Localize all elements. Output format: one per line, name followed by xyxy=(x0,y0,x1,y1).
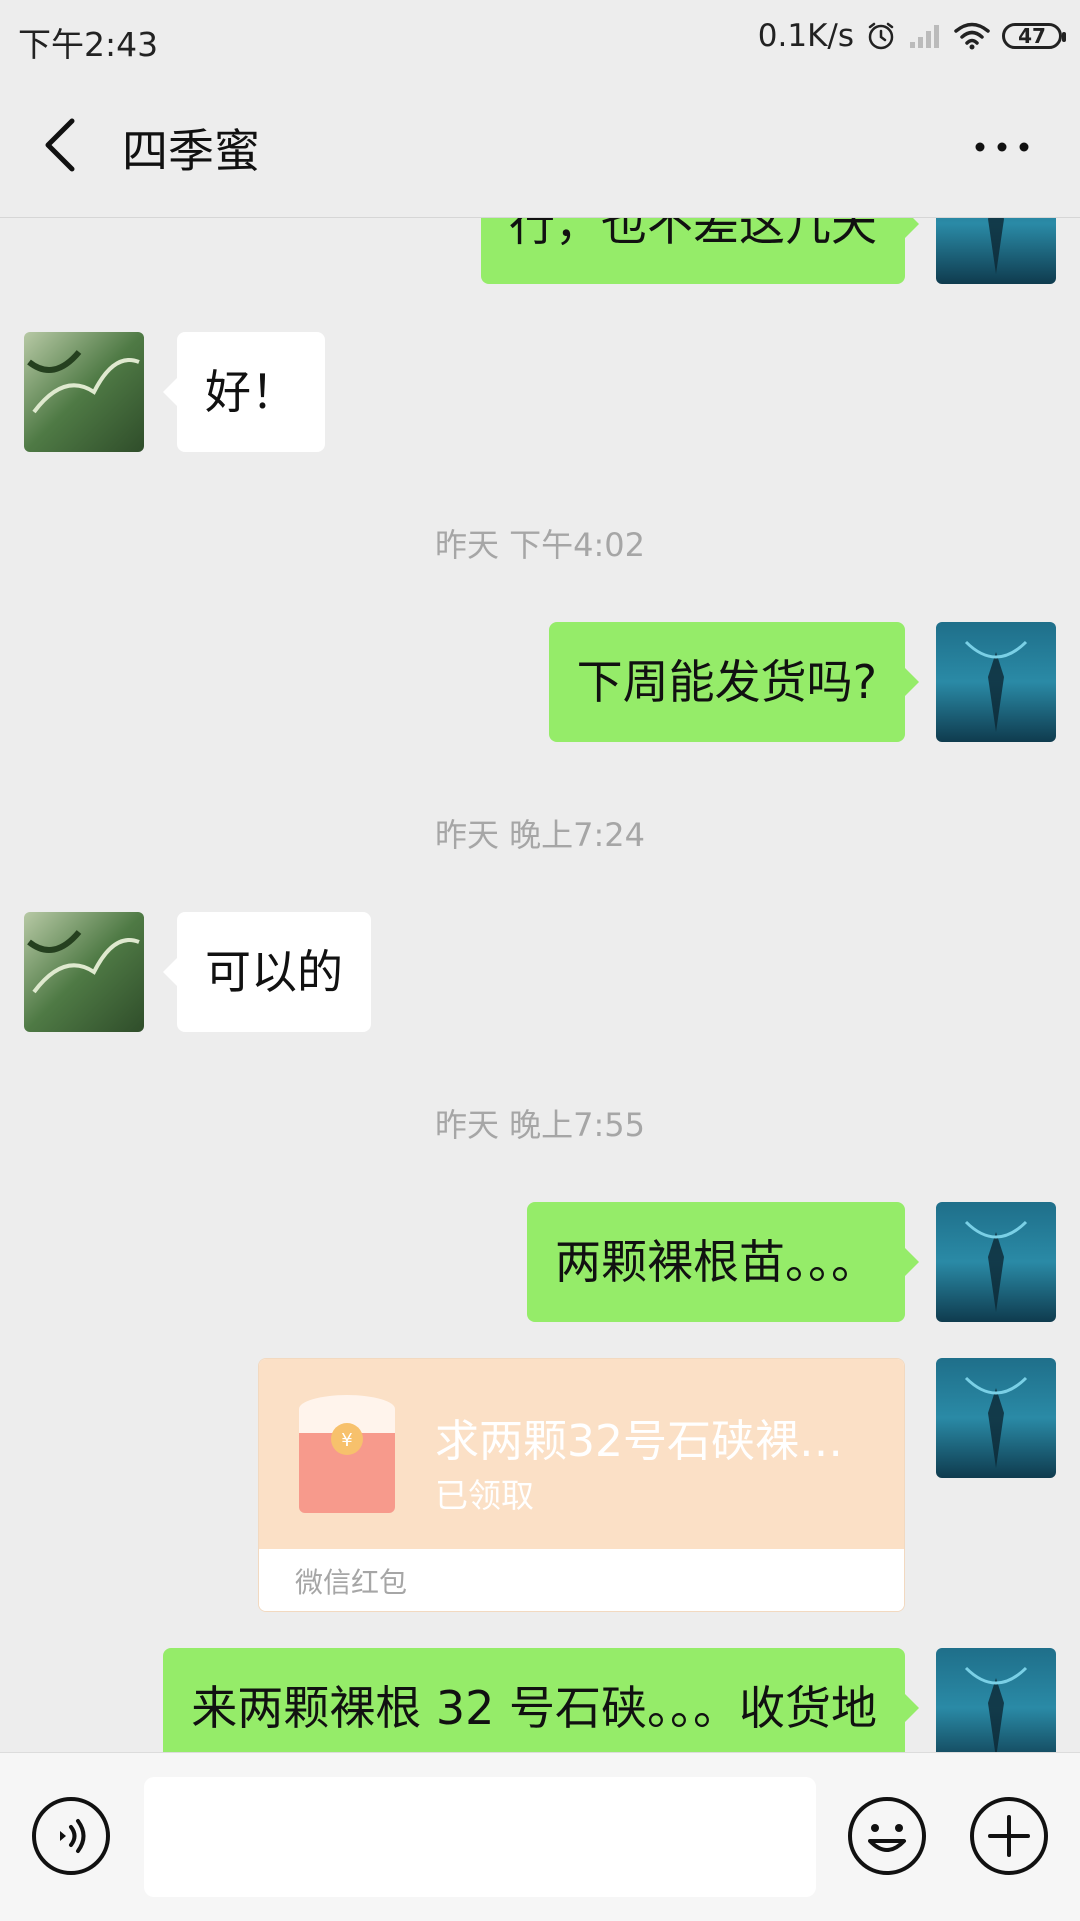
emoji-icon xyxy=(848,1797,926,1875)
my-avatar[interactable] xyxy=(936,1358,1056,1478)
red-packet-card[interactable]: ¥ 求两颗32号石硖裸… 已领取 微信红包 xyxy=(258,1358,905,1612)
message-row: 两颗裸根苗。。。 xyxy=(0,1202,1080,1322)
timestamp: 昨天 晚上7:55 xyxy=(434,1106,646,1144)
message-row: ¥ 求两颗32号石硖裸… 已领取 微信红包 xyxy=(0,1358,1080,1612)
message-bubble[interactable]: 行，也不差这几天 xyxy=(481,218,919,284)
status-bar: 下午2:43 0.1K/s 47 xyxy=(0,0,1080,75)
my-avatar[interactable] xyxy=(936,1202,1056,1322)
input-bar xyxy=(0,1752,1080,1921)
status-time: 下午2:43 xyxy=(18,25,159,64)
message-input[interactable] xyxy=(144,1777,816,1897)
my-avatar[interactable] xyxy=(936,622,1056,742)
timestamp: 昨天 下午4:02 xyxy=(434,526,646,564)
emoji-button[interactable] xyxy=(846,1795,928,1877)
message-bubble[interactable]: 来两颗裸根 32 号石硖。。。收货地 xyxy=(163,1648,919,1752)
contact-avatar[interactable] xyxy=(24,912,144,1032)
svg-text:¥: ¥ xyxy=(341,1430,352,1451)
timestamp: 昨天 晚上7:24 xyxy=(434,816,646,854)
my-avatar[interactable] xyxy=(936,1648,1056,1752)
net-speed: 0.1K/s xyxy=(757,18,854,54)
more-dots-icon xyxy=(975,142,1029,152)
alarm-icon xyxy=(868,22,894,50)
chat-title: 四季蜜 xyxy=(122,124,260,178)
my-avatar[interactable] xyxy=(936,218,1056,284)
status-indicators: 0.1K/s 47 xyxy=(757,16,1066,56)
back-button[interactable] xyxy=(28,113,92,177)
red-packet-body: ¥ 求两颗32号石硖裸… 已领取 xyxy=(259,1359,904,1549)
red-packet-footer: 微信红包 xyxy=(259,1549,904,1611)
message-bubble[interactable]: 好！ xyxy=(163,332,325,452)
message-bubble[interactable]: 可以的 xyxy=(163,912,371,1032)
red-packet-status: 已领取 xyxy=(435,1476,534,1515)
plus-icon xyxy=(970,1797,1048,1875)
message-list[interactable]: 行，也不差这几天 好！ 昨天 下午4:02 下周能发货吗? 昨天 晚上7:24 … xyxy=(0,218,1080,1752)
red-packet-label: 微信红包 xyxy=(295,1566,408,1599)
red-packet-title: 求两颗32号石硖裸… xyxy=(435,1416,843,1467)
message-row: 下周能发货吗? xyxy=(0,622,1080,742)
voice-icon xyxy=(32,1797,110,1875)
voice-button[interactable] xyxy=(30,1795,112,1877)
chat-header: 四季蜜 xyxy=(0,75,1080,218)
wifi-icon xyxy=(954,22,990,50)
message-bubble[interactable]: 下周能发货吗? xyxy=(548,622,920,742)
message-bubble[interactable]: 两颗裸根苗。。。 xyxy=(527,1202,919,1322)
message-row: 好！ xyxy=(0,332,1080,452)
message-row: 行，也不差这几天 xyxy=(0,218,1080,284)
battery-icon: 47 xyxy=(1002,23,1066,49)
back-arrow-icon xyxy=(45,118,75,172)
message-row: 可以的 xyxy=(0,912,1080,1032)
contact-avatar[interactable] xyxy=(24,332,144,452)
signal-icon xyxy=(910,25,939,48)
message-row: 来两颗裸根 32 号石硖。。。收货地 xyxy=(0,1648,1080,1752)
more-functions-button[interactable] xyxy=(968,1795,1050,1877)
more-button[interactable] xyxy=(962,115,1042,179)
red-packet-icon: ¥ xyxy=(299,1395,395,1513)
